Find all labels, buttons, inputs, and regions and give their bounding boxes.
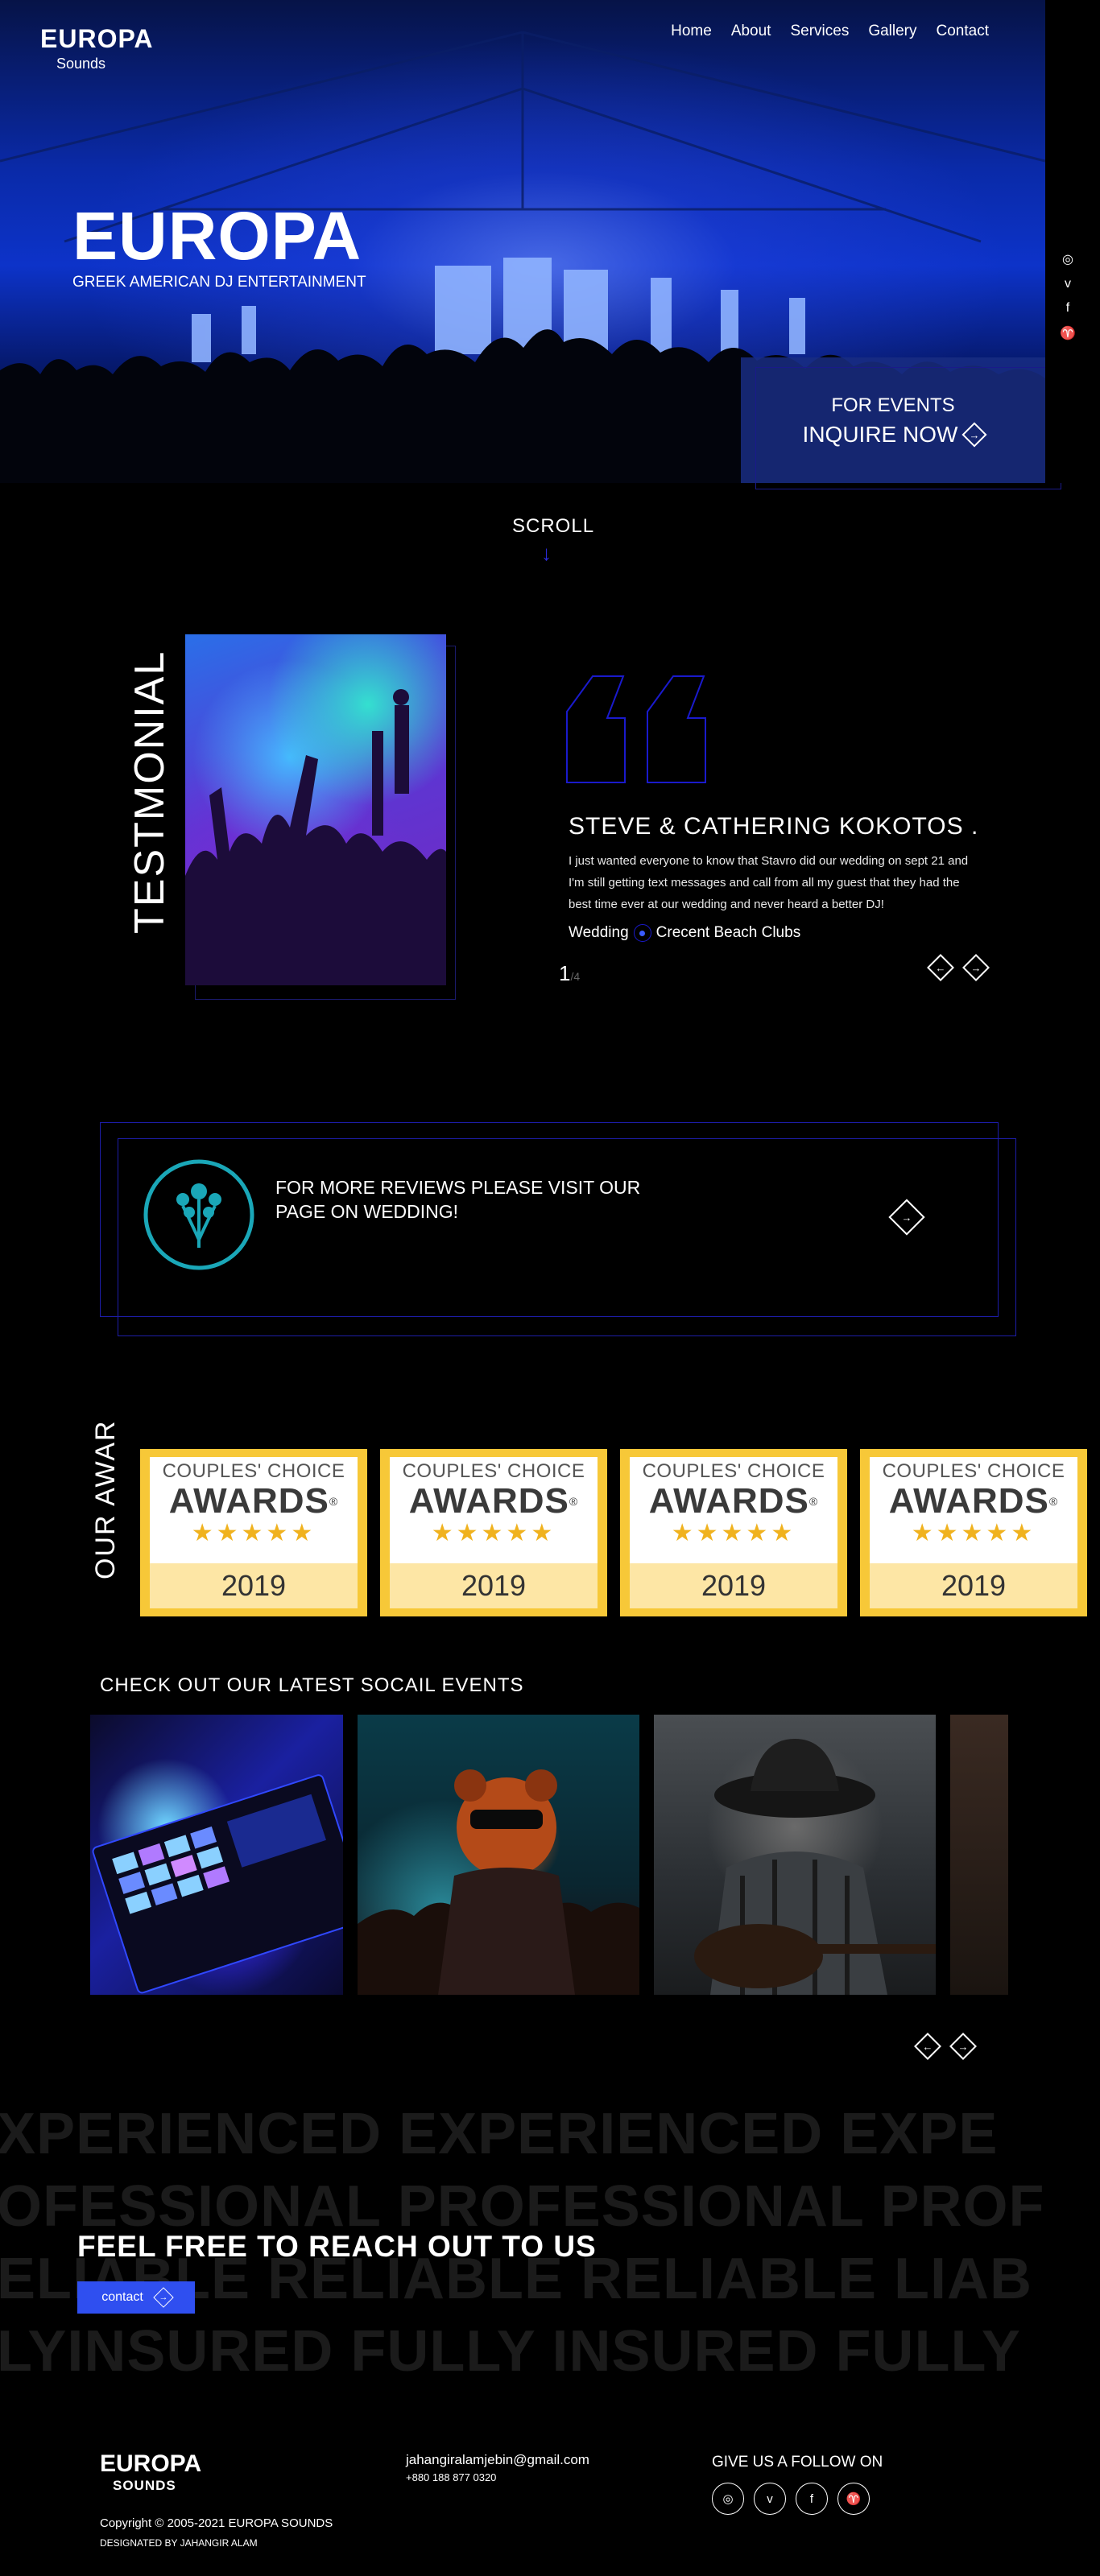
- award-year: 2019: [630, 1563, 837, 1608]
- gallery-prev-button[interactable]: ←: [914, 2033, 941, 2060]
- scroll-label[interactable]: SCROLL: [512, 515, 594, 538]
- footer-brand-sub: SOUNDS: [113, 2478, 176, 2493]
- testimonial-meta: Wedding Crecent Beach Clubs: [569, 924, 800, 942]
- hero-subtitle: GREEK AMERICAN DJ ENTERTAINMENT: [72, 274, 366, 291]
- award-badge: COUPLES' CHOICE AWARDS® ★★★★★ 2019: [380, 1449, 607, 1616]
- award-line1: COUPLES' CHOICE: [882, 1460, 1065, 1482]
- footer-designer: DESIGNATED BY JAHANGIR ALAM: [100, 2537, 258, 2549]
- gallery-nav: ← →: [914, 2033, 977, 2060]
- award-line1: COUPLES' CHOICE: [642, 1460, 825, 1482]
- gallery-image-guitarist[interactable]: [654, 1715, 936, 1995]
- contact-button[interactable]: contact →: [77, 2281, 195, 2314]
- footer-copyright: Copyright © 2005-2021 EUROPA SOUNDS: [100, 2516, 333, 2530]
- nav-home[interactable]: Home: [671, 23, 712, 40]
- testimonial-name: STEVE & CATHERING KOKOTOS .: [569, 813, 979, 840]
- award-line1: COUPLES' CHOICE: [402, 1460, 585, 1482]
- word-row: LYINSURED FULLY INSURED FULLY: [0, 2319, 1021, 2384]
- events-title: CHECK OUT OUR LATEST SOCAIL EVENTS: [100, 1674, 524, 1696]
- gallery-image-partial[interactable]: [950, 1715, 1008, 1995]
- twitter-icon[interactable]: ♈: [1060, 325, 1076, 341]
- right-strip: [1045, 0, 1100, 483]
- hero-title: EUROPA: [72, 198, 362, 274]
- testimonial-next-button[interactable]: →: [962, 954, 990, 981]
- award-year: 2019: [390, 1563, 598, 1608]
- award-line1: COUPLES' CHOICE: [162, 1460, 345, 1482]
- arrow-down-icon[interactable]: ↓: [541, 541, 552, 566]
- contact-title: FEEL FREE TO REACH OUT TO US: [77, 2230, 597, 2263]
- quote-mark-icon: [566, 675, 706, 783]
- award-stars: ★★★★★: [671, 1520, 796, 1546]
- testimonial-event-type: Wedding: [569, 924, 629, 941]
- site-brand[interactable]: EUROPA Sounds: [40, 24, 154, 72]
- reviews-text: FOR MORE REVIEWS PLEASE VISIT OUR PAGE O…: [275, 1177, 641, 1222]
- reviews-link[interactable]: →: [888, 1199, 925, 1236]
- award-line2: AWARDS: [168, 1481, 329, 1521]
- award-badge: COUPLES' CHOICE AWARDS® ★★★★★ 2019: [620, 1449, 847, 1616]
- vimeo-icon[interactable]: v: [754, 2483, 786, 2515]
- testimonial-venue: Crecent Beach Clubs: [655, 924, 801, 941]
- facebook-icon[interactable]: f: [796, 2483, 828, 2515]
- instagram-icon[interactable]: ◎: [1060, 251, 1076, 267]
- nav-contact[interactable]: Contact: [937, 23, 989, 40]
- award-badge: COUPLES' CHOICE AWARDS® ★★★★★ 2019: [140, 1449, 367, 1616]
- main-nav: Home About Services Gallery Contact: [671, 23, 989, 40]
- award-line2: AWARDS: [888, 1481, 1049, 1521]
- testimonial-pager: 1/4: [559, 961, 580, 986]
- footer-follow-label: GIVE US A FOLLOW ON: [712, 2454, 883, 2471]
- weddingwire-logo-icon[interactable]: [143, 1159, 254, 1270]
- contact-button-label: contact: [101, 2290, 143, 2304]
- facebook-icon[interactable]: f: [1060, 301, 1076, 316]
- nav-about[interactable]: About: [731, 23, 771, 40]
- arrow-right-icon: →: [888, 1199, 925, 1236]
- brand-sub: Sounds: [56, 56, 106, 72]
- nav-services[interactable]: Services: [790, 23, 849, 40]
- side-social-links: ◎ v f ♈: [1060, 251, 1076, 341]
- brand-name: EUROPA: [40, 24, 154, 53]
- awards-section-label: OUR AWAR: [90, 1419, 121, 1579]
- gallery-image-dj-controller[interactable]: [90, 1715, 343, 1995]
- award-stars: ★★★★★: [911, 1520, 1036, 1546]
- twitter-icon[interactable]: ♈: [837, 2483, 870, 2515]
- footer-phone[interactable]: +880 188 877 0320: [406, 2471, 496, 2483]
- footer-brand[interactable]: EUROPA SOUNDS: [100, 2450, 201, 2494]
- award-line2: AWARDS: [408, 1481, 569, 1521]
- inquire-outline: [755, 367, 1061, 489]
- arrow-right-icon: →: [153, 2287, 174, 2308]
- award-line2: AWARDS: [648, 1481, 809, 1521]
- pager-total: /4: [570, 970, 581, 983]
- separator-dot-icon: [633, 924, 651, 942]
- nav-gallery[interactable]: Gallery: [868, 23, 916, 40]
- award-stars: ★★★★★: [191, 1520, 316, 1546]
- testimonial-section-label: TESTMONIAL: [126, 650, 173, 934]
- vimeo-icon[interactable]: v: [1060, 277, 1076, 291]
- footer-social-links: ◎ v f ♈: [712, 2483, 870, 2515]
- pager-current: 1: [559, 961, 571, 985]
- gallery-image-party-bear[interactable]: [358, 1715, 639, 1995]
- testimonial-nav: ← →: [927, 954, 990, 981]
- testimonial-photo: [185, 634, 446, 985]
- award-stars: ★★★★★: [431, 1520, 556, 1546]
- word-row: XPERIENCED EXPERIENCED EXPE: [0, 2102, 999, 2166]
- award-year: 2019: [150, 1563, 358, 1608]
- instagram-icon[interactable]: ◎: [712, 2483, 744, 2515]
- award-badge: COUPLES' CHOICE AWARDS® ★★★★★ 2019: [860, 1449, 1087, 1616]
- testimonial-text: I just wanted everyone to know that Stav…: [569, 854, 969, 911]
- award-year: 2019: [870, 1563, 1077, 1608]
- footer-email[interactable]: jahangiralamjebin@gmail.com: [406, 2452, 589, 2468]
- gallery-next-button[interactable]: →: [949, 2033, 977, 2060]
- footer-brand-name: EUROPA: [100, 2450, 202, 2477]
- testimonial-prev-button[interactable]: ←: [927, 954, 954, 981]
